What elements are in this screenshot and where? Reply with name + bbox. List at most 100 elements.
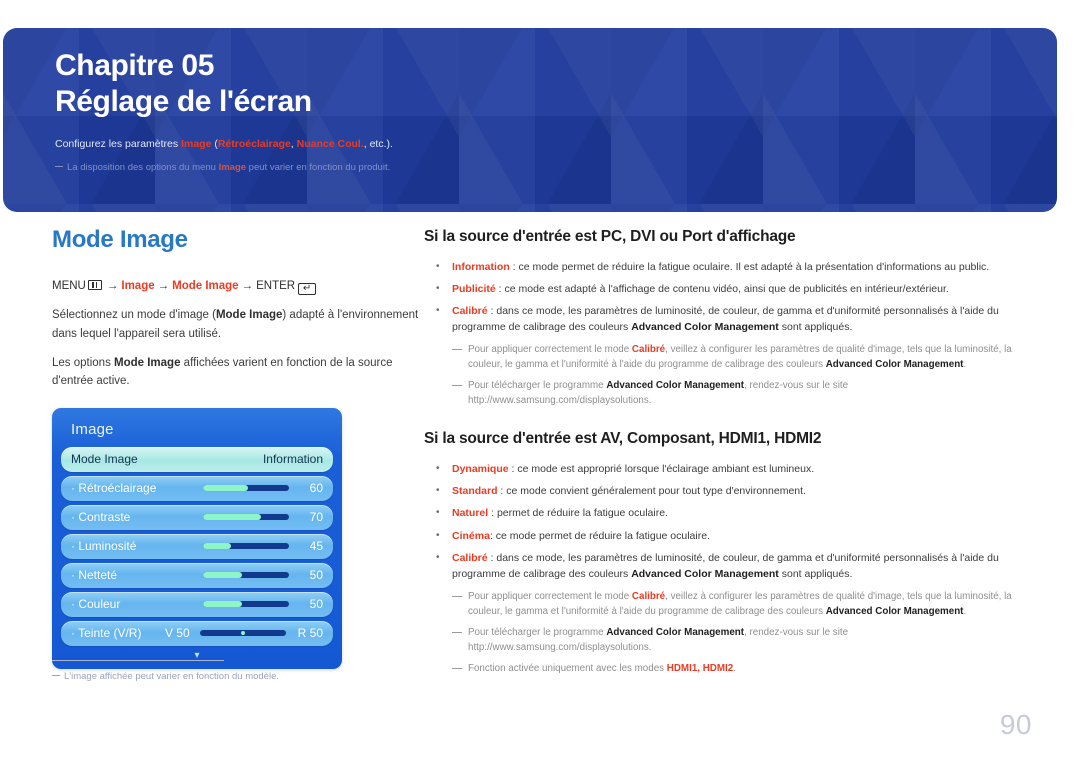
banner-subtitle: Configurez les paramètres Image (Rétroéc… xyxy=(55,137,1037,153)
note-text-b: . xyxy=(733,663,736,675)
osd-row-label: · Rétroéclairage xyxy=(71,481,157,496)
chapter-title: Réglage de l'écran xyxy=(55,85,312,119)
bullet-strong: Advanced Color Management xyxy=(631,568,779,581)
left-footnote-text: L'image affichée peut varier en fonction… xyxy=(64,671,279,682)
osd-slider[interactable] xyxy=(203,543,289,550)
osd-row-nettete[interactable]: · Netteté 50 xyxy=(61,562,333,588)
note-text-c: . xyxy=(963,358,967,370)
section-heading-pc-dvi: Si la source d'entrée est PC, DVI ou Por… xyxy=(424,228,796,245)
banner-subtitle-prefix: Configurez les paramètres xyxy=(55,137,182,150)
bullet-term: Information xyxy=(452,260,510,273)
bullet-text: : permet de réduire la fatigue oculaire. xyxy=(488,507,668,520)
osd-row-label: Mode Image xyxy=(71,452,138,467)
note-strong: Advanced Color Management xyxy=(825,605,964,617)
list-item: Information : ce mode permet de réduire … xyxy=(424,259,1024,275)
bullet-text: : ce mode convient généralement pour tou… xyxy=(497,485,806,498)
note-text-c: . xyxy=(963,605,967,617)
list-item: Calibré : dans ce mode, les paramètres d… xyxy=(424,303,1024,336)
bullet-term: Cinéma xyxy=(452,529,490,542)
osd-row-luminosite[interactable]: · Luminosité 45 xyxy=(61,533,333,559)
note-strong: Advanced Color Management xyxy=(825,358,964,370)
osd-row-label: · Couleur xyxy=(71,597,121,612)
osd-slider[interactable] xyxy=(203,601,289,608)
bullet-text: : ce mode est adapté à l'affichage de co… xyxy=(495,282,949,295)
osd-row-mode-image[interactable]: Mode Image Information xyxy=(61,446,333,472)
osd-row-value: 50 xyxy=(309,597,323,612)
osd-slider-fill xyxy=(203,485,248,492)
osd-slider-centered[interactable] xyxy=(199,630,286,637)
osd-row-contraste[interactable]: · Contraste 70 xyxy=(61,504,333,530)
osd-slider-fill xyxy=(203,601,242,608)
osd-row-value: 45 xyxy=(309,539,323,554)
enter-label: ENTER xyxy=(256,280,296,292)
banner-subtitle-term-image: Image xyxy=(181,137,212,150)
bullet-term: Standard xyxy=(452,485,498,498)
bullet-strong: Advanced Color Management xyxy=(631,321,779,334)
list-item: Dynamique : ce mode est approprié lorsqu… xyxy=(424,461,1024,477)
section-heading-av-hdmi: Si la source d'entrée est AV, Composant,… xyxy=(424,430,822,448)
osd-row-couleur[interactable]: · Couleur 50 xyxy=(61,591,333,617)
note-text-a: Pour appliquer correctement le mode xyxy=(468,343,632,355)
osd-row-teinte[interactable]: · Teinte (V/R) V 50 R 50 xyxy=(61,620,333,646)
banner-note-term: Image xyxy=(218,161,247,173)
osd-row-value: 70 xyxy=(309,510,323,525)
banner-subtitle-suffix: , etc.). xyxy=(363,137,393,150)
note-text-a: Pour télécharger le programme xyxy=(468,626,607,638)
chapter-banner: Chapitre 05 Réglage de l'écran Configure… xyxy=(3,28,1057,212)
page-number: 90 xyxy=(999,709,1032,740)
list-item: Cinéma: ce mode permet de réduire la fat… xyxy=(424,528,1024,544)
chapter-label: Chapitre 05 xyxy=(55,49,214,82)
right-column: Si la source d'entrée est PC, DVI ou Por… xyxy=(424,228,1024,682)
osd-slider-fill xyxy=(203,572,242,579)
note-item: Pour appliquer correctement le mode Cali… xyxy=(424,342,1024,372)
menu-bars-icon xyxy=(87,280,102,290)
bullet-text: : ce mode permet de réduire la fatigue o… xyxy=(489,529,710,542)
note-dash-icon xyxy=(452,631,462,633)
osd-panel: Image Mode Image Information · Rétroécla… xyxy=(52,407,342,669)
osd-slider[interactable] xyxy=(203,485,289,492)
osd-row-label: · Contraste xyxy=(71,510,131,525)
footnote-dash-icon xyxy=(52,675,60,676)
note-item: Pour télécharger le programme Advanced C… xyxy=(424,625,1024,655)
note-dash-icon xyxy=(452,668,462,670)
bullet-text-2: sont appliqués. xyxy=(778,568,853,581)
osd-slider-dot xyxy=(240,631,245,636)
note-strong: Advanced Color Management xyxy=(606,626,745,638)
osd-row-value: 50 xyxy=(309,568,323,583)
osd-row-retroeclairage[interactable]: · Rétroéclairage 60 xyxy=(61,475,333,501)
bullet-term: Naturel xyxy=(452,507,489,520)
osd-slider[interactable] xyxy=(203,572,289,579)
note-item: Pour télécharger le programme Advanced C… xyxy=(424,378,1024,408)
note-item: Pour appliquer correctement le mode Cali… xyxy=(424,589,1024,619)
footnote-divider xyxy=(52,660,224,661)
list-item: Naturel : permet de réduire la fatigue o… xyxy=(424,505,1024,521)
bullet-list-av-hdmi: Dynamique : ce mode est approprié lorsqu… xyxy=(424,461,1024,583)
path-arrow-3: → xyxy=(241,280,254,292)
intro-p2-a: Les options xyxy=(52,357,115,370)
note-text-a: Fonction activée uniquement avec les mod… xyxy=(468,663,667,675)
bullet-text: : ce mode est approprié lorsque l'éclair… xyxy=(508,462,815,475)
banner-subtitle-term-retroeclairage: Rétroéclairage xyxy=(217,137,291,150)
bullet-text: : ce mode permet de réduire la fatigue o… xyxy=(509,260,990,273)
banner-subtitle-term-nuance: Nuance Coul. xyxy=(296,137,364,150)
intro-p2-term: Mode Image xyxy=(114,357,181,370)
note-dash-icon xyxy=(452,595,462,597)
page-title: Mode Image xyxy=(52,226,188,253)
bullet-text-2: sont appliqués. xyxy=(778,321,853,334)
list-item: Publicité : ce mode est adapté à l'affic… xyxy=(424,281,1024,297)
osd-slider-fill xyxy=(203,543,231,550)
list-item: Standard : ce mode convient généralement… xyxy=(424,483,1024,499)
intro-paragraph-1: Sélectionnez un mode d'image (Mode Image… xyxy=(52,306,424,343)
osd-slider-fill xyxy=(203,514,262,521)
bullet-term: Dynamique xyxy=(452,462,509,475)
note-dash-icon xyxy=(452,385,462,386)
intro-p1-term: Mode Image xyxy=(215,309,283,322)
bullet-term: Publicité xyxy=(452,282,496,295)
bullet-term: Calibré xyxy=(452,305,488,318)
intro-paragraph-2: Les options Mode Image affichées varient… xyxy=(52,354,424,391)
bullet-term: Calibré xyxy=(452,552,488,564)
left-column: Mode Image MENU → Image → Mode Image → ENTER ↵ … xyxy=(52,228,424,669)
osd-row-value: Information xyxy=(262,452,323,467)
osd-slider[interactable] xyxy=(203,514,289,521)
osd-row-value: R 50 xyxy=(297,626,323,641)
